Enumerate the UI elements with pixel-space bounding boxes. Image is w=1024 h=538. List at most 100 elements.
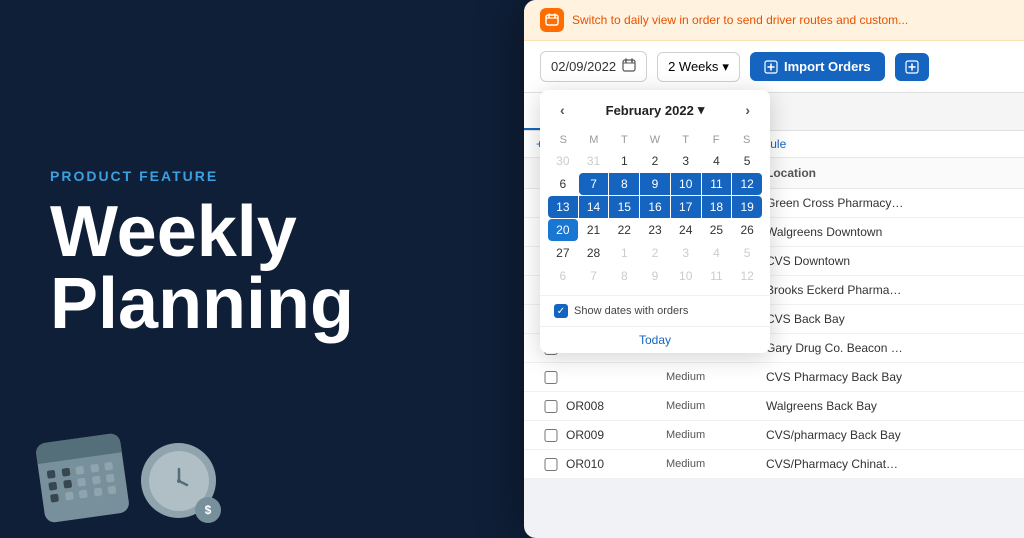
show-dates-checkbox-label[interactable]: ✓ Show dates with orders [554,304,688,318]
table-row[interactable]: OR009 Medium CVS/pharmacy Back Bay [524,421,1024,450]
weeks-selector[interactable]: 2 Weeks ▾ [657,52,740,82]
weeks-label: 2 Weeks [668,59,718,74]
day-header: S [731,134,762,146]
cal-dot [61,468,70,477]
today-button[interactable]: Today [540,326,770,353]
cal-day[interactable]: 8 [609,265,639,287]
cal-day[interactable]: 19 [732,196,762,218]
cal-day[interactable]: 17 [671,196,701,218]
month-year-label[interactable]: February 2022 ▾ [606,102,705,118]
cal-dot [47,470,56,479]
cal-day[interactable]: 4 [702,150,732,172]
cal-day[interactable]: 31 [579,150,609,172]
cal-day[interactable]: 3 [671,242,701,264]
cal-day[interactable]: 24 [671,219,701,241]
location-value: Walgreens Back Bay [766,399,1012,413]
cal-day[interactable]: 13 [548,196,578,218]
cal-day[interactable]: 11 [702,265,732,287]
cal-day[interactable]: 12 [732,173,762,195]
cal-day[interactable]: 28 [579,242,609,264]
row-checkbox[interactable] [536,429,566,442]
table-row[interactable]: OR008 Medium Walgreens Back Bay [524,392,1024,421]
calendar-popup: ‹ February 2022 ▾ › S M T W T F S 30 31 … [540,90,770,353]
cal-dot [63,480,72,489]
cal-day[interactable]: 4 [702,242,732,264]
cal-dot [77,478,86,487]
date-input[interactable]: 02/09/2022 [540,51,647,82]
col-location: Location [766,166,1012,180]
cal-day[interactable]: 5 [732,242,762,264]
cal-day[interactable]: 23 [640,219,670,241]
notification-bar: Switch to daily view in order to send dr… [524,0,1024,41]
prev-month-button[interactable]: ‹ [554,100,571,120]
product-feature-label: PRODUCT FEATURE [50,168,510,184]
notification-text: Switch to daily view in order to send dr… [572,13,908,27]
location-value: Walgreens Downtown [766,225,1012,239]
cal-day[interactable]: 30 [548,150,578,172]
row-checkbox[interactable] [536,400,566,413]
location-value: CVS Back Bay [766,312,1012,326]
checkbox-icon: ✓ [554,304,568,318]
cal-day[interactable]: 14 [579,196,609,218]
table-row[interactable]: OR010 Medium CVS/Pharmacy Chinat… [524,450,1024,479]
cal-day[interactable]: 27 [548,242,578,264]
cal-day[interactable]: 21 [579,219,609,241]
cal-day[interactable]: 1 [609,150,639,172]
cal-day[interactable]: 9 [640,265,670,287]
location-value: CVS Pharmacy Back Bay [766,370,1012,384]
cal-day[interactable]: 18 [702,196,732,218]
cal-day[interactable]: 12 [732,265,762,287]
decorative-icons: $ [40,438,216,518]
cal-day[interactable]: 9 [640,173,670,195]
table-row[interactable]: Medium CVS Pharmacy Back Bay [524,363,1024,392]
chevron-down-icon: ▾ [722,59,729,75]
day-header: S [548,134,579,146]
cal-day[interactable]: 10 [671,265,701,287]
cal-day[interactable]: 16 [640,196,670,218]
calendar-header: ‹ February 2022 ▾ › [540,90,770,130]
cal-day[interactable]: 11 [702,173,732,195]
location-value: CVS/Pharmacy Chinat… [766,457,1012,471]
import-orders-label: Import Orders [784,59,871,74]
calendar-grid: S M T W T F S 30 31 1 2 3 4 5 6 7 8 [540,130,770,295]
cal-dot [93,487,102,496]
date-value: 02/09/2022 [551,59,616,74]
notification-icon [540,8,564,32]
cal-day[interactable]: 10 [671,173,701,195]
extra-action-button[interactable] [895,53,929,81]
cal-day[interactable]: 26 [732,219,762,241]
cal-day[interactable]: 3 [671,150,701,172]
cal-dot [108,485,117,494]
priority-value: Medium [666,371,766,383]
cal-day[interactable]: 1 [609,242,639,264]
cal-dot [90,464,99,473]
cal-day[interactable]: 6 [548,173,578,195]
cal-day[interactable]: 22 [609,219,639,241]
location-value: CVS Downtown [766,254,1012,268]
cal-day[interactable]: 20 [548,219,578,241]
next-month-button[interactable]: › [739,100,756,120]
cal-day[interactable]: 2 [640,150,670,172]
cal-day[interactable]: 25 [702,219,732,241]
cal-day[interactable]: 6 [548,265,578,287]
day-header: F [701,134,732,146]
cal-dot [50,494,59,503]
row-checkbox[interactable] [536,371,566,384]
cal-day[interactable]: 5 [732,150,762,172]
cal-day[interactable]: 8 [609,173,639,195]
order-id: OR008 [566,399,666,413]
location-value: Brooks Eckerd Pharma… [766,283,1012,297]
cal-day[interactable]: 7 [579,265,609,287]
cal-day[interactable]: 7 [579,173,609,195]
day-header: W [640,134,671,146]
calendar-footer: ✓ Show dates with orders [540,295,770,326]
row-checkbox[interactable] [536,458,566,471]
cal-dot [104,462,113,471]
cal-day[interactable]: 2 [640,242,670,264]
cal-dot [79,490,88,499]
calendar-days-header: S M T W T F S [548,130,762,150]
cal-day[interactable]: 15 [609,196,639,218]
order-id: OR009 [566,428,666,442]
import-orders-button[interactable]: Import Orders [750,52,885,81]
right-panel: Switch to daily view in order to send dr… [524,0,1024,538]
